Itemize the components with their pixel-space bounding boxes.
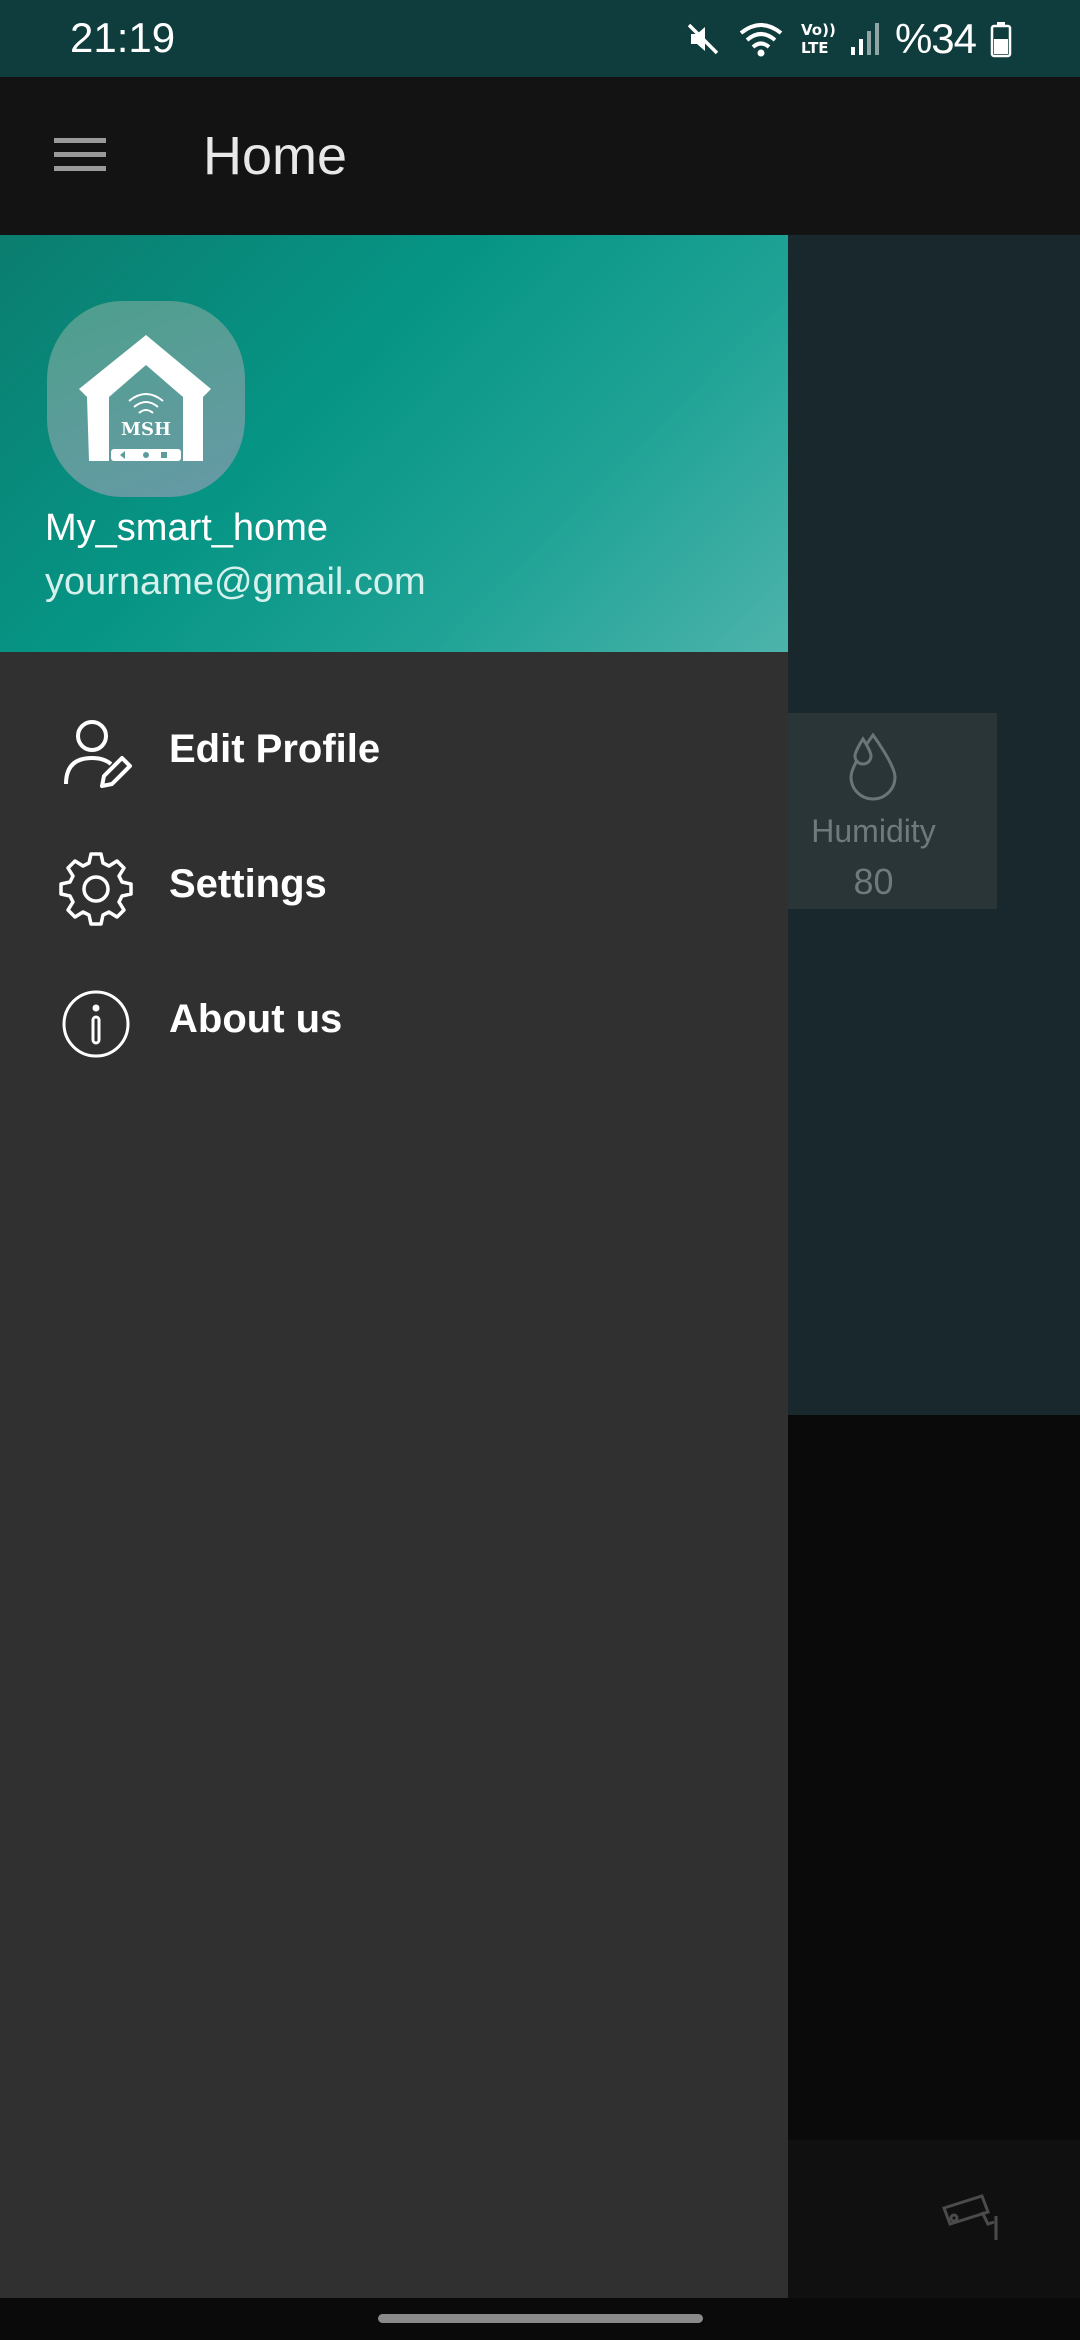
status-bar: 21:19 Vo)) LTE %34	[0, 0, 1080, 77]
drawer-item-about-us[interactable]: About us	[0, 955, 788, 1089]
logo-text: MSH	[121, 419, 171, 440]
status-icons: Vo)) LTE %34	[683, 14, 1012, 64]
info-icon	[58, 986, 134, 1062]
home-indicator[interactable]	[378, 2314, 703, 2323]
mute-icon	[683, 19, 723, 59]
drawer-username: My_smart_home	[45, 507, 328, 549]
battery-icon	[990, 19, 1012, 59]
water-drop-icon	[847, 731, 899, 806]
navigation-drawer: MSH My_smart_home yourname@gmail.com Edi…	[0, 235, 788, 2298]
gear-icon	[58, 851, 134, 927]
menu-button[interactable]	[40, 121, 120, 191]
drawer-item-label: About us	[169, 997, 343, 1041]
page-title: Home	[203, 126, 348, 186]
app-logo: MSH	[47, 301, 245, 497]
svg-text:LTE: LTE	[801, 39, 829, 57]
app-bar: Home	[0, 77, 1080, 235]
hamburger-menu-icon	[52, 134, 108, 179]
drawer-item-edit-profile[interactable]: Edit Profile	[0, 685, 788, 819]
signal-icon	[849, 19, 881, 59]
wifi-icon	[737, 19, 785, 59]
drawer-email: yourname@gmail.com	[45, 561, 426, 603]
drawer-item-label: Edit Profile	[169, 727, 381, 771]
drawer-header: MSH My_smart_home yourname@gmail.com	[0, 235, 788, 652]
user-edit-icon	[58, 716, 134, 792]
svg-text:Vo)): Vo))	[801, 21, 835, 39]
status-time: 21:19	[70, 14, 176, 61]
battery-percent: %34	[894, 15, 977, 62]
house-logo-icon: MSH	[79, 335, 211, 461]
drawer-item-settings[interactable]: Settings	[0, 820, 788, 954]
security-camera-icon	[938, 2190, 1008, 2251]
screen: 21:19 Vo)) LTE %34 Home Humidity 80 MSH …	[0, 0, 1080, 2340]
volte-icon: Vo)) LTE	[799, 19, 835, 59]
drawer-item-label: Settings	[169, 862, 327, 906]
